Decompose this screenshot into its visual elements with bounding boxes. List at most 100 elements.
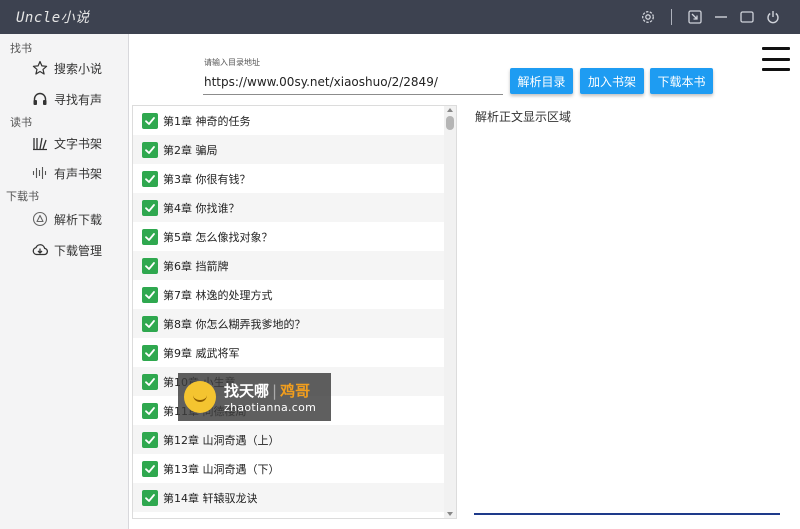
star-icon bbox=[32, 60, 48, 76]
power-icon[interactable] bbox=[766, 10, 780, 24]
scroll-thumb[interactable] bbox=[446, 116, 454, 130]
chapter-title: 第3章 你很有钱？ bbox=[163, 172, 251, 186]
sidebar-item-label: 文字书架 bbox=[54, 136, 103, 151]
chapter-title: 第5章 怎么像找对象？ bbox=[163, 230, 273, 244]
chapter-checkbox[interactable] bbox=[142, 141, 158, 158]
checkmark-icon bbox=[145, 203, 155, 212]
chapter-checkbox[interactable] bbox=[142, 315, 158, 332]
chapter-title: 第2章 骗局 bbox=[163, 143, 218, 157]
chapter-row[interactable]: 第13章 山洞奇遇（下） bbox=[133, 454, 444, 483]
chapter-checkbox[interactable] bbox=[142, 257, 158, 274]
sidebar-item-label: 搜索小说 bbox=[54, 61, 103, 76]
chapter-checkbox[interactable] bbox=[142, 431, 158, 448]
chapter-row[interactable]: 第4章 你找谁？ bbox=[133, 193, 444, 222]
content-area-placeholder: 解析正文显示区域 bbox=[475, 110, 572, 124]
checkmark-icon bbox=[145, 348, 155, 357]
sidebar: 找书 搜索小说 寻找有声 读书 文字书架 有声书架 下载书 解析下载 下载管理 bbox=[0, 34, 129, 529]
scroll-down-arrow-icon[interactable] bbox=[447, 512, 453, 516]
checkmark-icon bbox=[145, 435, 155, 444]
chapter-checkbox[interactable] bbox=[142, 170, 158, 187]
chapter-row[interactable]: 第3章 你很有钱？ bbox=[133, 164, 444, 193]
watermark-logo-icon bbox=[184, 381, 216, 413]
chapter-checkbox[interactable] bbox=[142, 286, 158, 303]
audio-wave-icon bbox=[32, 165, 48, 181]
url-input-label: 请输入目录地址 bbox=[204, 58, 260, 67]
sidebar-item-parse-download[interactable]: 解析下载 bbox=[32, 209, 102, 229]
chapter-checkbox[interactable] bbox=[142, 402, 158, 419]
sidebar-item-label: 寻找有声 bbox=[54, 92, 103, 107]
chapter-title: 第13章 山洞奇遇（下） bbox=[163, 462, 280, 476]
checkmark-icon bbox=[145, 493, 155, 502]
sidebar-item-text-shelf[interactable]: 文字书架 bbox=[32, 133, 102, 153]
title-divider bbox=[671, 9, 672, 25]
window-controls bbox=[641, 0, 780, 34]
chapter-row[interactable]: 第14章 轩辕驭龙诀 bbox=[133, 483, 444, 512]
chapter-scrollbar[interactable] bbox=[444, 106, 456, 518]
scroll-up-arrow-icon[interactable] bbox=[447, 108, 453, 112]
chapter-row[interactable]: 第6章 挡箭牌 bbox=[133, 251, 444, 280]
gear-icon[interactable] bbox=[641, 10, 655, 24]
checkmark-icon bbox=[145, 232, 155, 241]
sidebar-item-download-manager[interactable]: 下载管理 bbox=[32, 240, 102, 260]
chapter-checkbox[interactable] bbox=[142, 344, 158, 361]
catalog-url-input[interactable] bbox=[203, 69, 503, 95]
add-to-shelf-button[interactable]: 加入书架 bbox=[580, 68, 644, 94]
chapter-row[interactable]: 第1章 神奇的任务 bbox=[133, 106, 444, 135]
watermark-brand: 找天哪 bbox=[224, 382, 270, 400]
content-area-underline bbox=[474, 513, 780, 515]
checkmark-icon bbox=[145, 145, 155, 154]
sidebar-item-find-audio[interactable]: 寻找有声 bbox=[32, 89, 102, 109]
menu-icon[interactable] bbox=[762, 47, 790, 71]
chapter-row[interactable]: 第5章 怎么像找对象？ bbox=[133, 222, 444, 251]
chapter-title: 第14章 轩辕驭龙诀 bbox=[163, 491, 258, 505]
checkmark-icon bbox=[145, 319, 155, 328]
app-title: Uncle小说 bbox=[16, 10, 90, 26]
watermark-sub: 鸡哥 bbox=[280, 382, 311, 400]
headphones-icon bbox=[32, 91, 48, 107]
mini-mode-icon[interactable] bbox=[688, 10, 702, 24]
sidebar-item-label: 解析下载 bbox=[54, 212, 103, 227]
chapter-checkbox[interactable] bbox=[142, 228, 158, 245]
watermark: 找天哪 | 鸡哥 zhaotianna.com bbox=[178, 373, 331, 421]
watermark-url: zhaotianna.com bbox=[224, 401, 317, 414]
sidebar-item-label: 有声书架 bbox=[54, 166, 103, 181]
chapter-row[interactable]: 第12章 山洞奇遇（上） bbox=[133, 425, 444, 454]
chapter-title: 第7章 林逸的处理方式 bbox=[163, 288, 273, 302]
sidebar-item-audio-shelf[interactable]: 有声书架 bbox=[32, 163, 102, 183]
chapter-list-panel[interactable]: 第1章 神奇的任务 第2章 骗局第3章 你很有钱？ 第4章 你找谁？ 第5章 怎么像找… bbox=[132, 105, 457, 519]
chapter-title: 第8章 你怎么糊弄我爹地的？ bbox=[163, 317, 306, 331]
chapter-checkbox[interactable] bbox=[142, 489, 158, 506]
checkmark-icon bbox=[145, 116, 155, 125]
minimize-icon[interactable] bbox=[714, 10, 728, 24]
triangle-circle-icon bbox=[32, 211, 48, 227]
chapter-checkbox[interactable] bbox=[142, 460, 158, 477]
chapter-title: 第4章 你找谁？ bbox=[163, 201, 240, 215]
chapter-title: 第12章 山洞奇遇（上） bbox=[163, 433, 280, 447]
section-title-read: 读书 bbox=[10, 116, 32, 129]
watermark-text: 找天哪 | 鸡哥 zhaotianna.com bbox=[224, 381, 317, 415]
chapter-row[interactable]: 第8章 你怎么糊弄我爹地的？ bbox=[133, 309, 444, 338]
checkmark-icon bbox=[145, 377, 155, 386]
chapter-checkbox[interactable] bbox=[142, 373, 158, 390]
chapter-row[interactable]: 第2章 骗局 bbox=[133, 135, 444, 164]
chapter-checkbox[interactable] bbox=[142, 112, 158, 129]
chapter-list: 第1章 神奇的任务 第2章 骗局第3章 你很有钱？ 第4章 你找谁？ 第5章 怎么像找… bbox=[133, 106, 444, 512]
maximize-icon[interactable] bbox=[740, 10, 754, 24]
sidebar-item-label: 下载管理 bbox=[54, 243, 103, 258]
section-title-download: 下载书 bbox=[6, 190, 39, 203]
chapter-row[interactable]: 第9章 威武将军 bbox=[133, 338, 444, 367]
checkmark-icon bbox=[145, 174, 155, 183]
checkmark-icon bbox=[145, 261, 155, 270]
checkmark-icon bbox=[145, 290, 155, 299]
chapter-title: 第9章 威武将军 bbox=[163, 346, 240, 360]
parse-catalog-button[interactable]: 解析目录 bbox=[510, 68, 573, 94]
checkmark-icon bbox=[145, 464, 155, 473]
title-bar: Uncle小说 bbox=[0, 0, 800, 34]
download-book-button[interactable]: 下载本书 bbox=[650, 68, 713, 94]
chapter-row[interactable]: 第7章 林逸的处理方式 bbox=[133, 280, 444, 309]
sidebar-item-search-novel[interactable]: 搜索小说 bbox=[32, 58, 102, 78]
books-icon bbox=[32, 135, 48, 151]
chapter-checkbox[interactable] bbox=[142, 199, 158, 216]
chapter-title: 第1章 神奇的任务 bbox=[163, 114, 251, 128]
chapter-title: 第6章 挡箭牌 bbox=[163, 259, 229, 273]
